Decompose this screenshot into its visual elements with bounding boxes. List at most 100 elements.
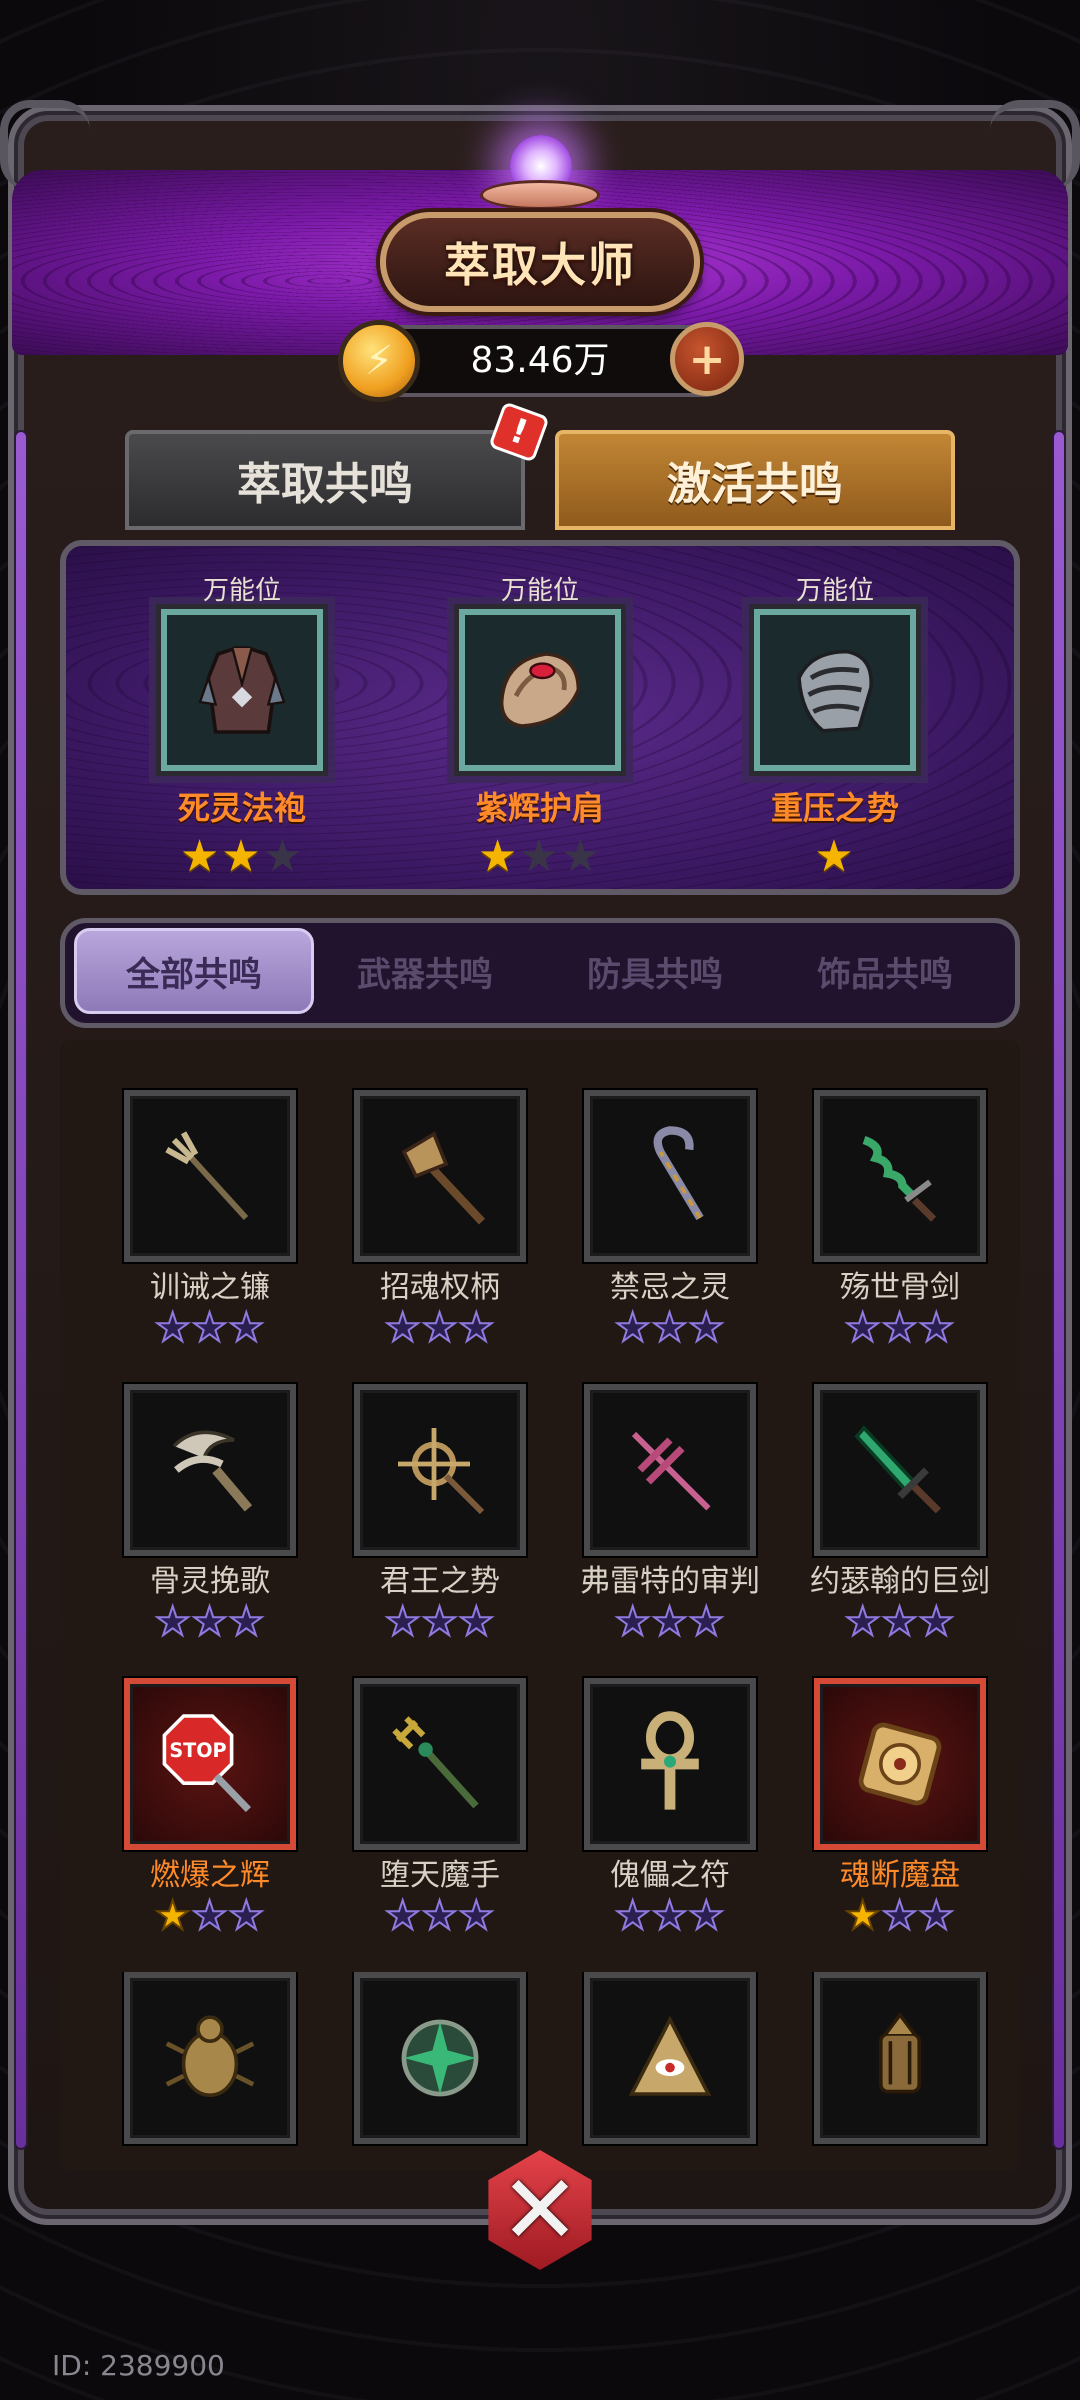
golden-trident-icon — [392, 1716, 479, 1809]
resonance-item[interactable]: 弗雷特的审判 ★★★ — [555, 1384, 785, 1674]
resonance-item[interactable]: STOP 燃爆之辉 ★★★ — [95, 1678, 325, 1968]
item-icon-frame — [354, 1678, 526, 1850]
close-x-icon: ✕ — [488, 2150, 592, 2270]
item-name: 训诫之镰 — [150, 1270, 270, 1305]
add-currency-button[interactable]: + — [670, 322, 744, 396]
item-star-rating: ★★★ — [844, 1305, 956, 1351]
resonance-item[interactable]: 傀儡之符 ★★★ — [555, 1678, 785, 1968]
gold-coin-icon: ⚡ — [338, 320, 420, 402]
item-star-rating: ★★★ — [844, 1599, 956, 1645]
resonance-item[interactable]: 训诫之镰 ★★★ — [95, 1090, 325, 1380]
user-id: ID: 2389900 — [52, 2349, 225, 2382]
item-star-rating: ★★★ — [614, 1893, 726, 1939]
resonance-item[interactable]: 禁忌之灵 ★★★ — [555, 1090, 785, 1380]
item-name: 君王之势 — [380, 1564, 500, 1599]
universal-slot-1[interactable]: 万能位 死灵法袍 ★★★ — [132, 575, 352, 895]
trident-staff-icon — [165, 1131, 249, 1221]
filter-weapon-resonance[interactable]: 武器共鸣 — [305, 928, 545, 1014]
slot-star-rating: ★★★ — [477, 831, 603, 882]
resonance-item[interactable]: 堕天魔手 ★★★ — [325, 1678, 555, 1968]
resonance-item[interactable]: 约瑟翰的巨剑 ★★★ — [785, 1384, 1015, 1674]
close-button[interactable]: ✕ — [470, 2140, 610, 2280]
armor-robe-icon — [198, 646, 286, 734]
crook-staff-icon — [653, 1126, 704, 1221]
filter-accessory-resonance[interactable]: 饰品共鸣 — [765, 928, 1005, 1014]
tab-activate-resonance[interactable]: 激活共鸣 — [555, 430, 955, 530]
item-name: 弗雷特的审判 — [580, 1564, 760, 1599]
item-name: 魂断魔盘 — [840, 1858, 960, 1893]
item-icon-frame — [354, 1090, 526, 1262]
slot-item-name: 紫辉护肩 — [475, 789, 604, 827]
compass-spear-icon — [398, 1428, 485, 1515]
item-icon-frame — [814, 1090, 986, 1262]
frame-rail-left — [14, 430, 28, 2150]
item-star-rating: ★★★ — [384, 1599, 496, 1645]
item-name: 骨灵挽歌 — [150, 1564, 270, 1599]
filter-armor-resonance[interactable]: 防具共鸣 — [535, 928, 775, 1014]
ankh-icon — [641, 1711, 699, 1810]
title-plate: 萃取大师 — [380, 212, 700, 312]
item-icon-frame — [354, 1972, 526, 2144]
resonance-item[interactable] — [95, 1972, 325, 2172]
lantern-icon — [879, 2011, 921, 2094]
item-name: 堕天魔手 — [380, 1858, 500, 1893]
jade-greatsword-icon — [854, 1425, 941, 1514]
tab-label: 萃取共鸣 — [237, 459, 413, 510]
filter-label: 饰品共鸣 — [817, 954, 953, 995]
item-star-rating: ★★★ — [384, 1893, 496, 1939]
slot-star-rating: ★ — [814, 831, 856, 882]
shoulder-guard-icon — [499, 652, 581, 728]
item-name: 傀儡之符 — [610, 1858, 730, 1893]
item-star-rating: ★★★ — [154, 1599, 266, 1645]
plus-icon: + — [688, 333, 726, 385]
tab-extract-resonance[interactable]: 萃取共鸣 — [125, 430, 525, 530]
resonance-item[interactable]: 君王之势 ★★★ — [325, 1384, 555, 1674]
claw-scepter-icon — [401, 1131, 486, 1225]
eye-pyramid-icon — [628, 2015, 712, 2096]
resonance-item[interactable]: 殇世骨剑 ★★★ — [785, 1090, 1015, 1380]
item-icon-frame — [124, 1090, 296, 1262]
frame-rail-right — [1052, 430, 1066, 2150]
item-star-rating: ★★★ — [614, 1599, 726, 1645]
resonance-item[interactable]: 魂断魔盘 ★★★ — [785, 1678, 1015, 1968]
filter-all-resonance[interactable]: 全部共鸣 — [74, 928, 314, 1014]
resonance-item[interactable]: 招魂权柄 ★★★ — [325, 1090, 555, 1380]
plate-armor-icon — [797, 649, 873, 733]
svg-text:STOP: STOP — [169, 1739, 226, 1762]
item-star-rating: ★★★ — [384, 1305, 496, 1351]
slot-caption: 万能位 — [795, 576, 874, 606]
item-icon-frame — [124, 1972, 296, 2144]
slot-item-name: 死灵法袍 — [177, 789, 306, 827]
filter-label: 武器共鸣 — [357, 954, 493, 995]
slot-icon-frame — [161, 609, 323, 771]
item-icon-frame — [584, 1384, 756, 1556]
bone-scythe-icon — [172, 1430, 253, 1512]
slot-icon-frame — [754, 609, 916, 771]
item-star-rating: ★★★ — [154, 1893, 266, 1939]
item-icon-frame — [124, 1384, 296, 1556]
item-name: 禁忌之灵 — [610, 1270, 730, 1305]
scarab-icon — [165, 2015, 255, 2097]
hand-icon — [480, 180, 600, 210]
universal-slot-3[interactable]: 万能位 重压之势 ★ — [725, 575, 945, 895]
item-icon-frame — [584, 1090, 756, 1262]
item-icon-frame — [584, 1678, 756, 1850]
page-title: 萃取大师 — [444, 238, 636, 292]
filter-label: 防具共鸣 — [587, 954, 723, 995]
resonance-item[interactable]: 骨灵挽歌 ★★★ — [95, 1384, 325, 1674]
item-name: 约瑟翰的巨剑 — [810, 1564, 990, 1599]
item-star-rating: ★★★ — [614, 1305, 726, 1351]
item-icon-frame — [814, 1678, 986, 1850]
item-icon-frame — [814, 1384, 986, 1556]
wavy-sword-icon — [862, 1136, 937, 1222]
resonance-item[interactable] — [785, 1972, 1015, 2172]
item-star-rating: ★★★ — [154, 1305, 266, 1351]
currency-value: 83.46万 — [470, 340, 610, 381]
tab-label: 激活共鸣 — [667, 459, 843, 510]
item-icon-frame — [584, 1972, 756, 2144]
item-star-rating: ★★★ — [844, 1893, 956, 1939]
slot-star-rating: ★★★ — [179, 831, 305, 882]
item-name: 燃爆之辉 — [150, 1858, 270, 1893]
golden-disc-icon — [858, 1722, 942, 1806]
universal-slot-2[interactable]: 万能位 紫辉护肩 ★★★ — [430, 575, 650, 895]
